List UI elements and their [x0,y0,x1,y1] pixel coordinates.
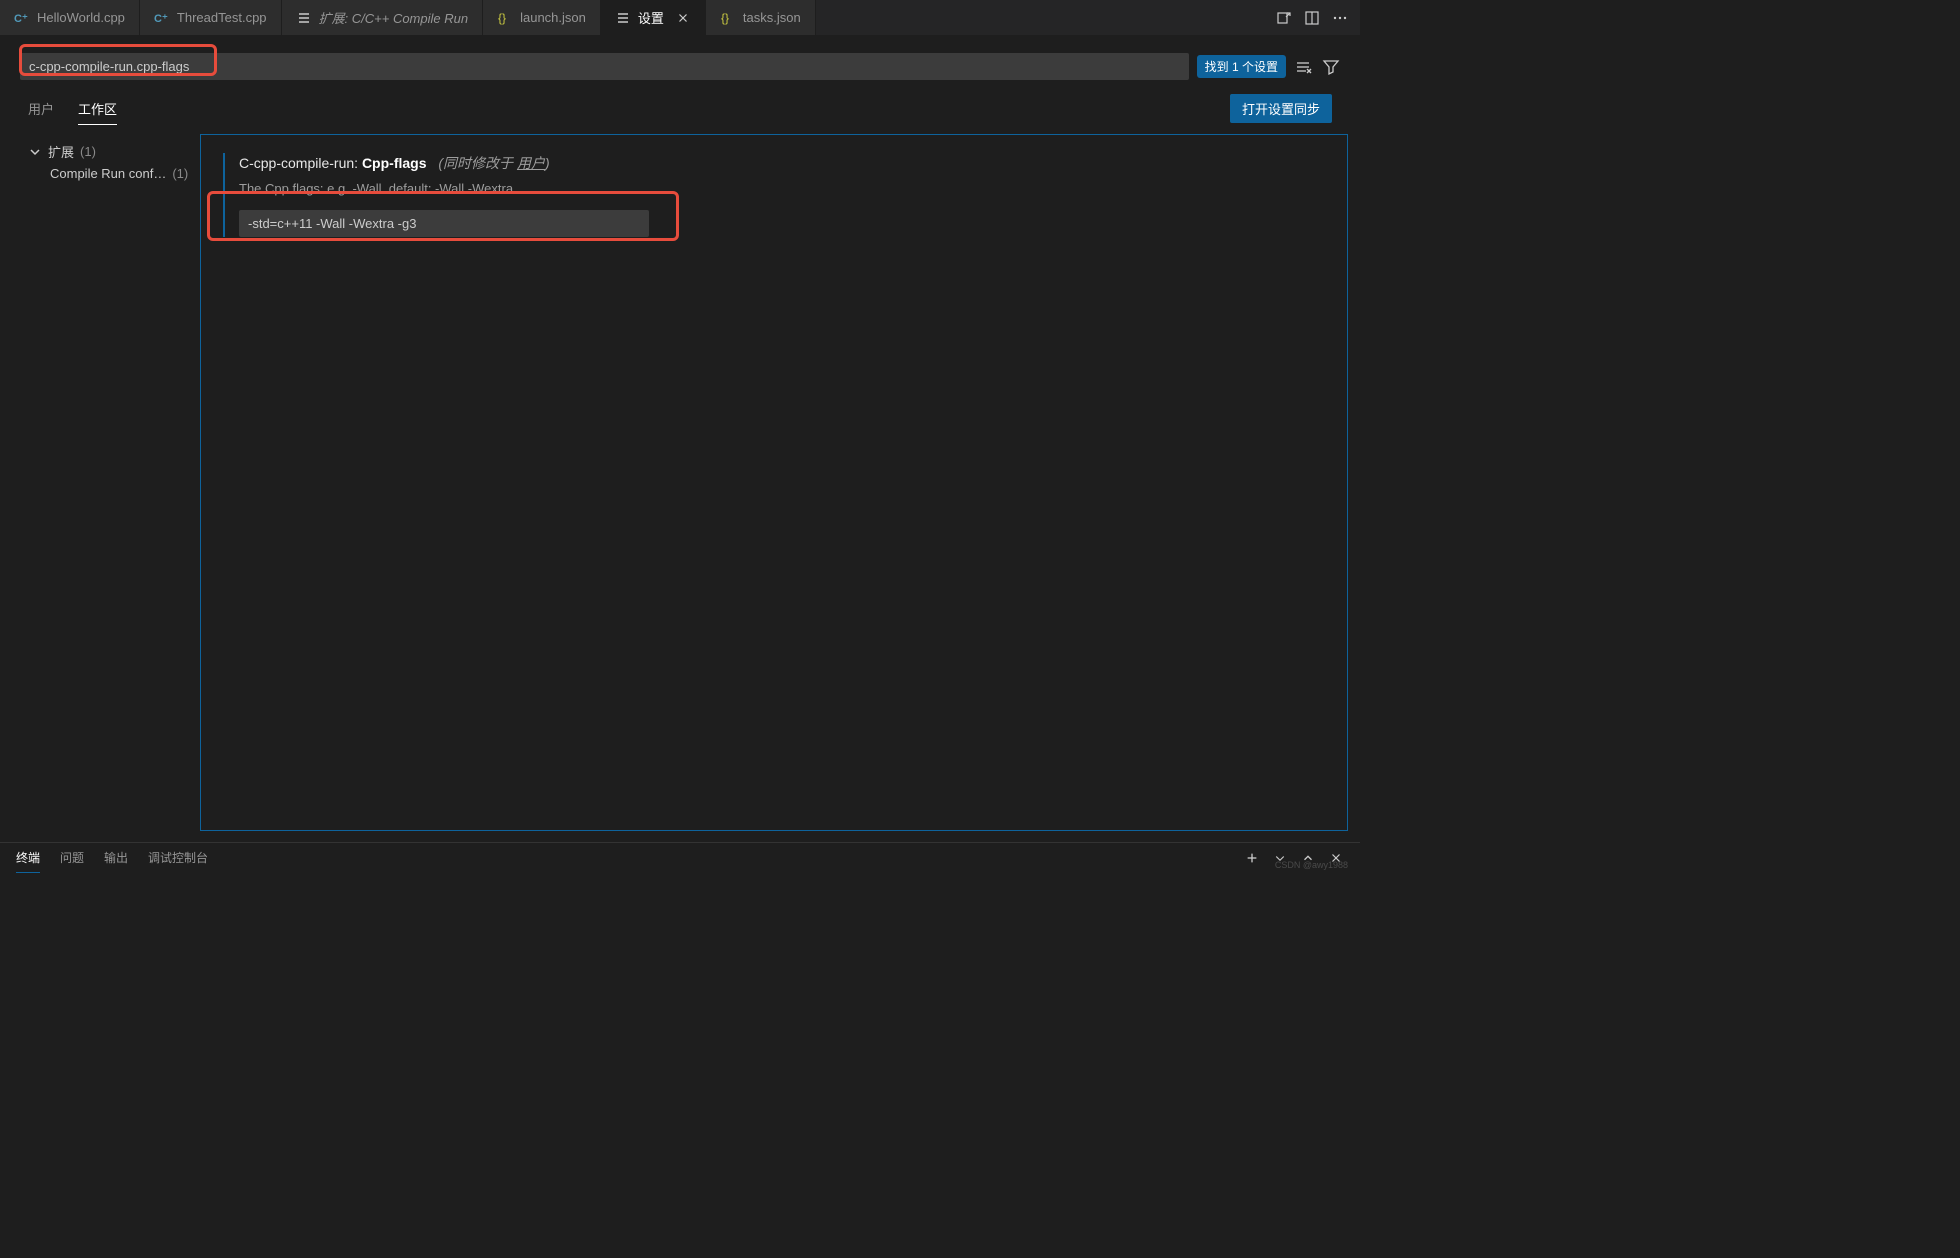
list-icon [296,10,312,26]
toc-item-count: (1) [172,166,188,181]
settings-list-icon [615,10,631,26]
svg-text:C⁺: C⁺ [14,13,28,25]
panel-tab-output[interactable]: 输出 [104,843,128,872]
search-actions [1294,58,1340,76]
tab-label: 设置 [638,8,664,27]
cpp-file-icon: C⁺ [14,10,30,26]
setting-modified-meta: (同时修改于 用户) [438,155,549,171]
setting-meta-prefix: (同时修改于 [438,155,517,171]
panel-tab-terminal[interactable]: 终端 [16,843,40,873]
tab-tasks-json[interactable]: {} tasks.json [706,0,816,35]
clear-search-icon[interactable] [1294,58,1312,76]
tab-label: tasks.json [743,10,801,25]
setting-title: C-cpp-compile-run: Cpp-flags (同时修改于 用户) [239,153,1331,173]
toc-item-compile-run[interactable]: Compile Run conf… (1) [28,163,200,184]
svg-text:{}: {} [498,11,506,25]
search-result-count-badge: 找到 1 个设置 [1197,55,1286,78]
json-file-icon: {} [497,10,513,26]
chevron-down-icon [28,145,42,159]
toc-item-label: Compile Run conf… [50,166,166,181]
setting-value-text: -std=c++11 -Wall -Wextra -g3 [248,216,416,231]
scope-tab-user[interactable]: 用户 [28,93,54,124]
tabs-spacer [816,0,1264,35]
svg-text:{}: {} [721,11,729,25]
settings-search-row: c-cpp-compile-run.cpp-flags 找到 1 个设置 [0,35,1360,92]
watermark-text: CSDN @awy1988 [1275,860,1348,870]
tab-label: HelloWorld.cpp [37,10,125,25]
toc-category-label: 扩展 [48,142,74,161]
tab-label: ThreadTest.cpp [177,10,267,25]
toc-category-count: (1) [80,144,96,159]
filter-icon[interactable] [1322,58,1340,76]
settings-search-input[interactable]: c-cpp-compile-run.cpp-flags [20,53,1189,80]
toc-category-extensions[interactable]: 扩展 (1) [28,140,200,163]
split-editor-icon[interactable] [1304,10,1320,26]
tab-helloworld[interactable]: C⁺ HelloWorld.cpp [0,0,140,35]
tabs-actions [1264,0,1360,35]
tab-label: 扩展: C/C++ Compile Run [319,8,469,27]
setting-value-input[interactable]: -std=c++11 -Wall -Wextra -g3 [239,210,649,237]
tab-launch-json[interactable]: {} launch.json [483,0,601,35]
more-icon[interactable] [1332,10,1348,26]
panel-tab-problems[interactable]: 问题 [60,843,84,872]
tab-settings[interactable]: 设置 [601,0,706,35]
json-file-icon: {} [720,10,736,26]
tab-extension[interactable]: 扩展: C/C++ Compile Run [282,0,484,35]
panel-tab-debug-console[interactable]: 调试控制台 [148,843,208,872]
new-terminal-icon[interactable] [1244,850,1260,866]
tab-threadtest[interactable]: C⁺ ThreadTest.cpp [140,0,282,35]
open-settings-sync-button[interactable]: 打开设置同步 [1230,94,1332,123]
setting-meta-link[interactable]: 用户 [517,155,545,171]
search-input-value: c-cpp-compile-run.cpp-flags [29,59,189,74]
settings-toc-sidebar: 扩展 (1) Compile Run conf… (1) [0,126,200,839]
bottom-panel-bar: 终端 问题 输出 调试控制台 [0,842,1360,872]
scope-tab-workspace[interactable]: 工作区 [78,93,117,125]
setting-meta-suffix: ) [545,155,550,171]
close-icon[interactable] [675,10,691,26]
open-file-icon[interactable] [1276,10,1292,26]
svg-text:C⁺: C⁺ [154,13,168,25]
setting-cpp-flags: C-cpp-compile-run: Cpp-flags (同时修改于 用户) … [223,153,1331,237]
tab-label: launch.json [520,10,586,25]
setting-title-prefix: C-cpp-compile-run: [239,155,358,171]
settings-scope-row: 用户 工作区 打开设置同步 [0,92,1360,126]
editor-tabs-bar: C⁺ HelloWorld.cpp C⁺ ThreadTest.cpp 扩展: … [0,0,1360,35]
setting-description: The Cpp flags: e.g. -Wall. default: -Wal… [239,181,1331,196]
setting-title-name: Cpp-flags [362,155,427,171]
settings-content: C-cpp-compile-run: Cpp-flags (同时修改于 用户) … [200,134,1348,831]
cpp-file-icon: C⁺ [154,10,170,26]
settings-main-layout: 扩展 (1) Compile Run conf… (1) C-cpp-compi… [0,126,1360,839]
